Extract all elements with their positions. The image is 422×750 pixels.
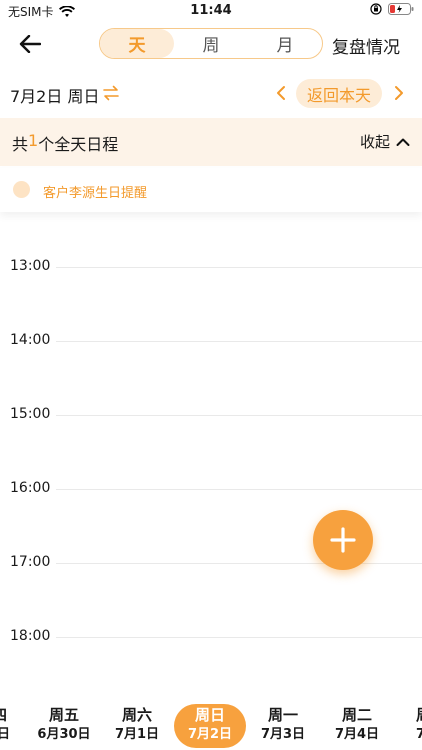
- hour-divider: [56, 267, 422, 268]
- hour-divider: [56, 415, 422, 416]
- week-day[interactable]: 周五 6月30日: [28, 704, 100, 748]
- time-label: 16:00: [10, 480, 51, 496]
- status-bar: 无SIM卡 11:44: [0, 0, 422, 22]
- week-day[interactable]: 周一 7月3日: [247, 704, 319, 748]
- current-date[interactable]: 7月2日 周日: [10, 83, 99, 107]
- time-slot: 13:00: [0, 258, 422, 278]
- all-day-prefix: 共: [12, 135, 29, 154]
- time-label: 17:00: [10, 554, 51, 570]
- time-grid[interactable]: 13:00 14:00 15:00 16:00 17:00 18:00: [0, 212, 422, 692]
- week-day[interactable]: 周 7月: [394, 704, 422, 748]
- chevron-right-icon: [395, 86, 403, 100]
- status-right: [370, 3, 414, 15]
- week-day-date: 7月3日: [260, 727, 306, 742]
- week-day-name: 周: [394, 704, 422, 726]
- time-label: 14:00: [10, 332, 51, 348]
- time-slot: 16:00: [0, 480, 422, 500]
- orientation-lock-icon: [370, 3, 382, 15]
- battery-icon: [388, 3, 414, 15]
- date-nav: 7月2日 周日 返回本天: [0, 76, 422, 110]
- all-day-count: 1: [28, 131, 39, 150]
- status-time: 11:44: [190, 3, 232, 18]
- all-day-header: 共 1 个全天日程 收起: [0, 118, 422, 166]
- week-day[interactable]: 周六 7月1日: [101, 704, 173, 748]
- time-label: 13:00: [10, 258, 51, 274]
- review-button[interactable]: 复盘情况: [332, 33, 400, 58]
- time-slot: 14:00: [0, 332, 422, 352]
- chevron-left-icon: [277, 86, 285, 100]
- collapse-button[interactable]: 收起: [360, 131, 410, 152]
- week-day[interactable]: 周二 7月4日: [321, 704, 393, 748]
- next-day-button[interactable]: [389, 82, 409, 104]
- back-button[interactable]: [16, 30, 44, 58]
- week-day-selected[interactable]: 周日 7月2日: [174, 704, 246, 748]
- time-slot: 15:00: [0, 406, 422, 426]
- all-day-event[interactable]: 客户李源生日提醒: [0, 168, 422, 212]
- week-day-date: 7月2日: [187, 727, 233, 742]
- time-slot: 18:00: [0, 628, 422, 648]
- week-day-date: 6月30日: [37, 727, 91, 742]
- plus-icon: [330, 527, 356, 553]
- time-label: 15:00: [10, 406, 51, 422]
- hour-divider: [56, 489, 422, 490]
- all-day-suffix: 个全天日程: [38, 135, 119, 154]
- hour-divider: [56, 637, 422, 638]
- back-to-today-button[interactable]: 返回本天: [296, 79, 382, 108]
- swap-icon[interactable]: [102, 84, 120, 102]
- hour-divider: [56, 563, 422, 564]
- week-day-name: 周二: [341, 706, 372, 724]
- tab-day[interactable]: 天: [100, 29, 174, 58]
- view-mode-switch: 天 周 月: [99, 28, 323, 59]
- week-day-name: 周日: [194, 706, 225, 724]
- event-dot-icon: [13, 181, 30, 198]
- week-day-name: 周一: [267, 706, 298, 724]
- week-strip: 四 9日 周五 6月30日 周六 7月1日 周日 7月2日 周一 7月3日 周二…: [0, 700, 422, 750]
- event-title: 客户李源生日提醒: [43, 186, 148, 201]
- week-day-name: 周五: [48, 706, 79, 724]
- tab-week[interactable]: 周: [174, 29, 248, 58]
- week-day-date: 7月1日: [114, 727, 160, 742]
- tab-month[interactable]: 月: [248, 29, 322, 58]
- header: 天 周 月 复盘情况: [0, 26, 422, 62]
- all-day-summary: 共 1 个全天日程: [12, 131, 118, 155]
- hour-divider: [56, 341, 422, 342]
- week-day-date: 7月4日: [334, 727, 380, 742]
- chevron-up-icon: [396, 138, 410, 146]
- time-label: 18:00: [10, 628, 51, 644]
- week-day-name: 周六: [121, 706, 152, 724]
- prev-day-button[interactable]: [271, 82, 291, 104]
- collapse-label: 收起: [359, 133, 390, 151]
- add-schedule-button[interactable]: [313, 510, 373, 570]
- week-day-date: 7月: [416, 727, 422, 742]
- back-arrow-icon: [19, 35, 41, 53]
